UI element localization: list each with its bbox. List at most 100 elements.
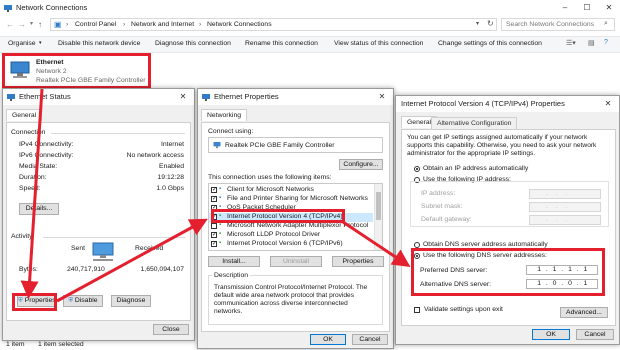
layout-icon[interactable]: ▤	[588, 39, 595, 47]
validate-label[interactable]: Validate settings upon exit	[424, 306, 503, 313]
bytes-label: Bytes:	[19, 266, 38, 273]
component-checkbox[interactable]: ✓	[211, 232, 217, 238]
close-dialog-button[interactable]: ✕	[371, 89, 393, 105]
component-label: Internet Protocol Version 6 (TCP/IPv6)	[227, 240, 343, 247]
list-item[interactable]: ▪ Microsoft Network Adapter Multiplexor …	[209, 222, 373, 231]
description-text: Transmission Control Protocol/Internet P…	[214, 284, 368, 315]
obtain-dns-label[interactable]: Obtain DNS server address automatically	[423, 241, 548, 248]
list-item[interactable]: ✓ ▪ File and Printer Sharing for Microso…	[209, 195, 373, 204]
speed-value: 1.0 Gbps	[156, 185, 184, 192]
component-checkbox[interactable]: ✓	[211, 241, 217, 247]
bytes-received-value: 1,650,094,107	[140, 266, 184, 273]
sent-label: Sent	[71, 245, 85, 252]
address-row: ← → ▾ ↑ ▣ › Control Panel › Network and …	[0, 17, 620, 33]
organise-menu[interactable]: Organise	[8, 40, 36, 47]
cancel-button[interactable]: Cancel	[352, 334, 388, 345]
list-item[interactable]: ✓ ▪ Microsoft LLDP Protocol Driver	[209, 231, 373, 240]
duration-label: Duration:	[19, 174, 47, 181]
install-button[interactable]: Install...	[208, 256, 260, 267]
breadcrumb-item[interactable]: Control Panel	[75, 21, 116, 28]
breadcrumb-item[interactable]: Network Connections	[207, 21, 272, 28]
obtain-ip-label[interactable]: Obtain an IP address automatically	[423, 165, 528, 172]
back-icon[interactable]: ←	[6, 20, 14, 29]
ok-button[interactable]: OK	[310, 334, 346, 345]
diagnose-connection-button[interactable]: Diagnose this connection	[155, 40, 231, 47]
adapter-field: Realtek PCIe GBE Family Controller	[208, 137, 383, 153]
list-scrollbar[interactable]	[374, 184, 382, 250]
view-options-icon[interactable]: ☰▾	[566, 39, 576, 47]
ipv6-connectivity-value: No network access	[126, 152, 184, 159]
tab-general[interactable]: General	[6, 109, 43, 121]
component-checkbox[interactable]	[211, 223, 217, 229]
rename-connection-button[interactable]: Rename this connection	[245, 40, 318, 47]
static-ip-group: IP address: ... Subnet mask: ... Default…	[410, 181, 609, 227]
configure-button[interactable]: Configure...	[339, 159, 383, 170]
chevron-down-icon: ▾	[39, 40, 42, 46]
advanced-button[interactable]: Advanced...	[560, 307, 608, 318]
component-icon: ▪	[219, 240, 222, 246]
close-window-button[interactable]: ✕	[598, 0, 620, 16]
change-settings-button[interactable]: Change settings of this connection	[438, 40, 542, 47]
forward-icon[interactable]: →	[18, 20, 26, 29]
networking-tab-panel: Connect using: Realtek PCIe GBE Family C…	[201, 122, 390, 332]
minimize-button[interactable]: –	[554, 0, 576, 16]
cancel-button[interactable]: Cancel	[576, 329, 614, 340]
component-checkbox[interactable]: ✓	[211, 196, 217, 202]
subnet-mask-field: ...	[529, 202, 601, 212]
search-box[interactable]: Search Network Connections ⌕	[501, 18, 615, 31]
status-selected-count: 1 item selected	[38, 341, 84, 348]
connection-divider	[51, 133, 185, 134]
shield-icon: ⛨	[68, 298, 73, 304]
breadcrumb-item[interactable]: Network and Internet	[131, 21, 194, 28]
items-label: This connection uses the following items…	[208, 174, 332, 181]
view-status-button[interactable]: View status of this connection	[334, 40, 423, 47]
item-properties-button[interactable]: Properties	[332, 256, 384, 267]
explorer-titlebar: Network Connections – ☐ ✕	[0, 0, 620, 16]
adapter-name: Realtek PCIe GBE Family Controller	[225, 142, 335, 149]
search-input[interactable]: Search Network Connections	[506, 21, 594, 28]
status-dialog-titlebar: Ethernet Status ✕	[3, 89, 194, 105]
close-button[interactable]: Close	[153, 324, 189, 335]
ip-address-label: IP address:	[421, 190, 456, 197]
ipv4-connectivity-value: Internet	[160, 141, 184, 148]
help-icon[interactable]: ?	[604, 39, 608, 46]
disable-button-label: Disable	[74, 297, 98, 304]
ipv4-dialog-titlebar: Internet Protocol Version 4 (TCP/IPv4) P…	[396, 96, 619, 112]
component-label: Microsoft Network Adapter Multiplexor Pr…	[227, 222, 369, 229]
chevron-down-icon[interactable]: ▾	[476, 20, 479, 27]
up-icon[interactable]: ↑	[38, 20, 42, 29]
tab-alternative-configuration[interactable]: Alternative Configuration	[431, 117, 518, 129]
breadcrumb[interactable]: ▣ › Control Panel › Network and Internet…	[50, 18, 497, 31]
tab-networking[interactable]: Networking	[201, 109, 247, 121]
command-bar: Organise ▾ Disable this network device D…	[0, 36, 620, 53]
recent-locations-icon[interactable]: ▾	[30, 20, 33, 27]
component-checkbox[interactable]: ✓	[211, 187, 217, 193]
obtain-ip-radio[interactable]	[414, 166, 420, 172]
description-group: Description Transmission Control Protoco…	[208, 272, 383, 325]
subnet-mask-label: Subnet mask:	[421, 203, 463, 210]
ok-button[interactable]: OK	[532, 329, 570, 340]
chevron-right-icon: ›	[66, 21, 69, 28]
list-item[interactable]: ✓ ▪ Client for Microsoft Networks	[209, 186, 373, 195]
list-item[interactable]: ✓ ▪ Internet Protocol Version 6 (TCP/IPv…	[209, 240, 373, 249]
network-icon	[4, 5, 12, 12]
diagnose-button[interactable]: Diagnose	[111, 295, 151, 307]
maximize-button[interactable]: ☐	[576, 0, 598, 16]
disable-button[interactable]: ⛨ Disable	[63, 295, 103, 307]
highlight-properties-box	[12, 293, 57, 311]
ipv4-connectivity-label: IPv4 Connectivity:	[19, 141, 74, 148]
close-dialog-button[interactable]: ✕	[172, 89, 194, 105]
scrollbar-thumb[interactable]	[376, 192, 381, 220]
speed-label: Speed:	[19, 185, 41, 192]
received-label: Received	[135, 245, 164, 252]
intro-text: You can get IP settings assigned automat…	[407, 134, 597, 157]
details-button[interactable]: Details...	[19, 203, 59, 215]
ipv4-general-panel: You can get IP settings assigned automat…	[401, 129, 616, 326]
disable-device-button[interactable]: Disable this network device	[58, 40, 140, 47]
refresh-icon[interactable]: ↻	[487, 19, 494, 28]
properties-dialog-titlebar: Ethernet Properties ✕	[198, 89, 393, 105]
duration-value: 19:12:28	[157, 174, 184, 181]
ethernet-status-dialog: Ethernet Status ✕ General Connection IPv…	[2, 88, 195, 341]
close-dialog-button[interactable]: ✕	[597, 96, 619, 112]
validate-checkbox[interactable]	[414, 307, 420, 313]
